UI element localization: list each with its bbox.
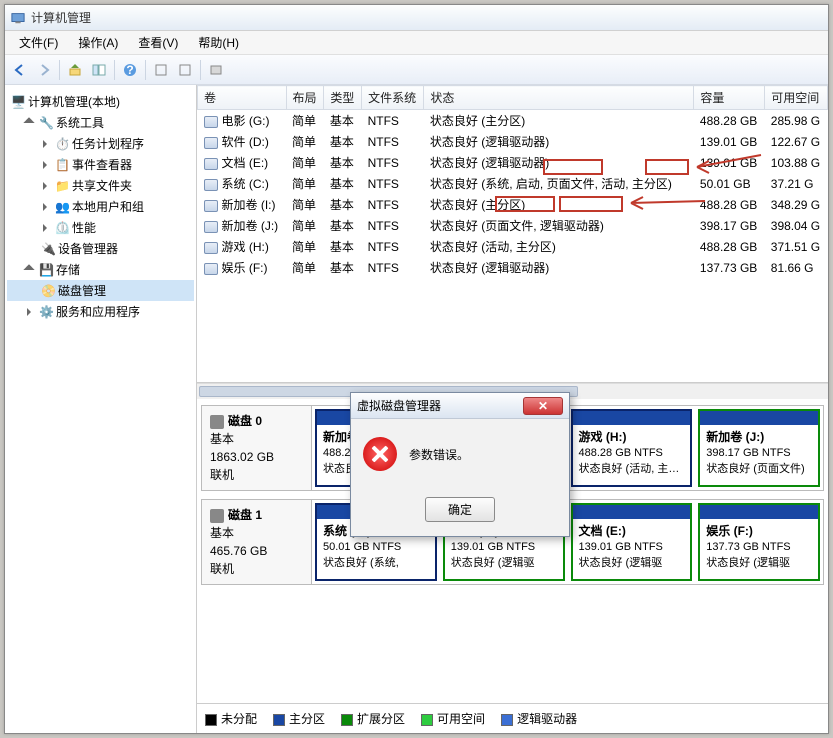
col-status[interactable]: 状态: [424, 86, 694, 110]
back-button[interactable]: [9, 59, 31, 81]
table-row[interactable]: 游戏 (H:)简单基本NTFS状态良好 (活动, 主分区)488.28 GB37…: [198, 236, 828, 257]
menubar: 文件(F) 操作(A) 查看(V) 帮助(H): [5, 31, 828, 55]
volume-icon: [204, 158, 218, 170]
col-layout[interactable]: 布局: [286, 86, 324, 110]
event-icon: 📋: [55, 158, 69, 172]
volume-icon: [204, 179, 218, 191]
table-row[interactable]: 娱乐 (F:)简单基本NTFS状态良好 (逻辑驱动器)137.73 GB81.6…: [198, 257, 828, 278]
tree-performance[interactable]: ⏲️性能: [7, 217, 194, 238]
col-volume[interactable]: 卷: [198, 86, 287, 110]
settings-button[interactable]: [174, 59, 196, 81]
dialog-close-button[interactable]: ✕: [523, 397, 563, 415]
table-row[interactable]: 电影 (G:)简单基本NTFS状态良好 (主分区)488.28 GB285.98…: [198, 110, 828, 132]
tree-device-manager[interactable]: 🔌设备管理器: [7, 238, 194, 259]
col-capacity[interactable]: 容量: [694, 86, 765, 110]
help-button[interactable]: ?: [119, 59, 141, 81]
table-row[interactable]: 软件 (D:)简单基本NTFS状态良好 (逻辑驱动器)139.01 GB122.…: [198, 131, 828, 152]
perf-icon: ⏲️: [55, 221, 69, 235]
partition[interactable]: 新加卷 (J:)398.17 GB NTFS状态良好 (页面文件): [698, 409, 820, 487]
table-row[interactable]: 新加卷 (J:)简单基本NTFS状态良好 (页面文件, 逻辑驱动器)398.17…: [198, 215, 828, 236]
dialog-titlebar[interactable]: 虚拟磁盘管理器 ✕: [351, 393, 569, 419]
tree-services-apps[interactable]: ⚙️服务和应用程序: [7, 301, 194, 322]
table-row[interactable]: 系统 (C:)简单基本NTFS状态良好 (系统, 启动, 页面文件, 活动, 主…: [198, 173, 828, 194]
computer-management-window: 计算机管理 文件(F) 操作(A) 查看(V) 帮助(H) ? 🖥️计算机管理(…: [4, 4, 829, 734]
titlebar[interactable]: 计算机管理: [5, 5, 828, 31]
volume-icon: [204, 221, 218, 233]
menu-action[interactable]: 操作(A): [70, 31, 126, 54]
disk-icon: [210, 415, 224, 429]
col-free[interactable]: 可用空间: [765, 86, 828, 110]
dialog-message: 参数错误。: [409, 446, 469, 463]
partition[interactable]: 娱乐 (F:)137.73 GB NTFS状态良好 (逻辑驱: [698, 503, 820, 581]
forward-button[interactable]: [33, 59, 55, 81]
menu-help[interactable]: 帮助(H): [190, 31, 247, 54]
volume-icon: [204, 263, 218, 275]
tree-disk-management[interactable]: 📀磁盘管理: [7, 280, 194, 301]
dialog-title: 虚拟磁盘管理器: [357, 397, 441, 414]
tree-root[interactable]: 🖥️计算机管理(本地): [7, 91, 194, 112]
disk-icon: 📀: [41, 284, 55, 298]
tree-system-tools[interactable]: 🔧系统工具: [7, 112, 194, 133]
up-button[interactable]: [64, 59, 86, 81]
navigation-tree[interactable]: 🖥️计算机管理(本地) 🔧系统工具 ⏱️任务计划程序 📋事件查看器 📁共享文件夹…: [5, 85, 197, 733]
volume-icon: [204, 137, 218, 149]
partition[interactable]: 游戏 (H:)488.28 GB NTFS状态良好 (活动, 主分区): [571, 409, 693, 487]
volume-list[interactable]: 卷 布局 类型 文件系统 状态 容量 可用空间 电影 (G:)简单基本NTFS状…: [197, 85, 828, 383]
svg-text:?: ?: [126, 63, 133, 77]
table-row[interactable]: 新加卷 (I:)简单基本NTFS状态良好 (主分区)488.28 GB348.2…: [198, 194, 828, 215]
refresh-button[interactable]: [150, 59, 172, 81]
legend: 未分配 主分区 扩展分区 可用空间 逻辑驱动器: [197, 703, 828, 733]
tree-shared-folders[interactable]: 📁共享文件夹: [7, 175, 194, 196]
computer-icon: 🖥️: [11, 95, 25, 109]
dialog-ok-button[interactable]: 确定: [425, 497, 495, 522]
volume-icon: [204, 242, 218, 254]
window-title: 计算机管理: [31, 9, 91, 26]
volume-icon: [204, 200, 218, 212]
table-row[interactable]: 文档 (E:)简单基本NTFS状态良好 (逻辑驱动器)139.01 GB103.…: [198, 152, 828, 173]
storage-icon: 💾: [39, 263, 53, 277]
expand-icon[interactable]: [25, 118, 34, 127]
disk-icon: [210, 509, 224, 523]
error-icon: [363, 437, 397, 471]
tree-storage[interactable]: 💾存储: [7, 259, 194, 280]
clock-icon: ⏱️: [55, 137, 69, 151]
col-type[interactable]: 类型: [324, 86, 362, 110]
app-icon: [11, 11, 25, 25]
toolbar: ?: [5, 55, 828, 85]
tools-icon: 🔧: [39, 116, 53, 130]
col-fs[interactable]: 文件系统: [362, 86, 424, 110]
users-icon: 👥: [55, 200, 69, 214]
volume-icon: [204, 116, 218, 128]
disk-header: 磁盘 1基本465.76 GB联机: [202, 500, 312, 584]
tree-local-users[interactable]: 👥本地用户和组: [7, 196, 194, 217]
tree-task-scheduler[interactable]: ⏱️任务计划程序: [7, 133, 194, 154]
folder-icon: 📁: [55, 179, 69, 193]
menu-view[interactable]: 查看(V): [130, 31, 186, 54]
services-icon: ⚙️: [39, 305, 53, 319]
properties-button[interactable]: [205, 59, 227, 81]
disk-header: 磁盘 0基本1863.02 GB联机: [202, 406, 312, 490]
partition[interactable]: 文档 (E:)139.01 GB NTFS状态良好 (逻辑驱: [571, 503, 693, 581]
menu-file[interactable]: 文件(F): [11, 31, 66, 54]
error-dialog: 虚拟磁盘管理器 ✕ 参数错误。 确定: [350, 392, 570, 537]
device-icon: 🔌: [41, 242, 55, 256]
tree-event-viewer[interactable]: 📋事件查看器: [7, 154, 194, 175]
show-hide-tree-button[interactable]: [88, 59, 110, 81]
